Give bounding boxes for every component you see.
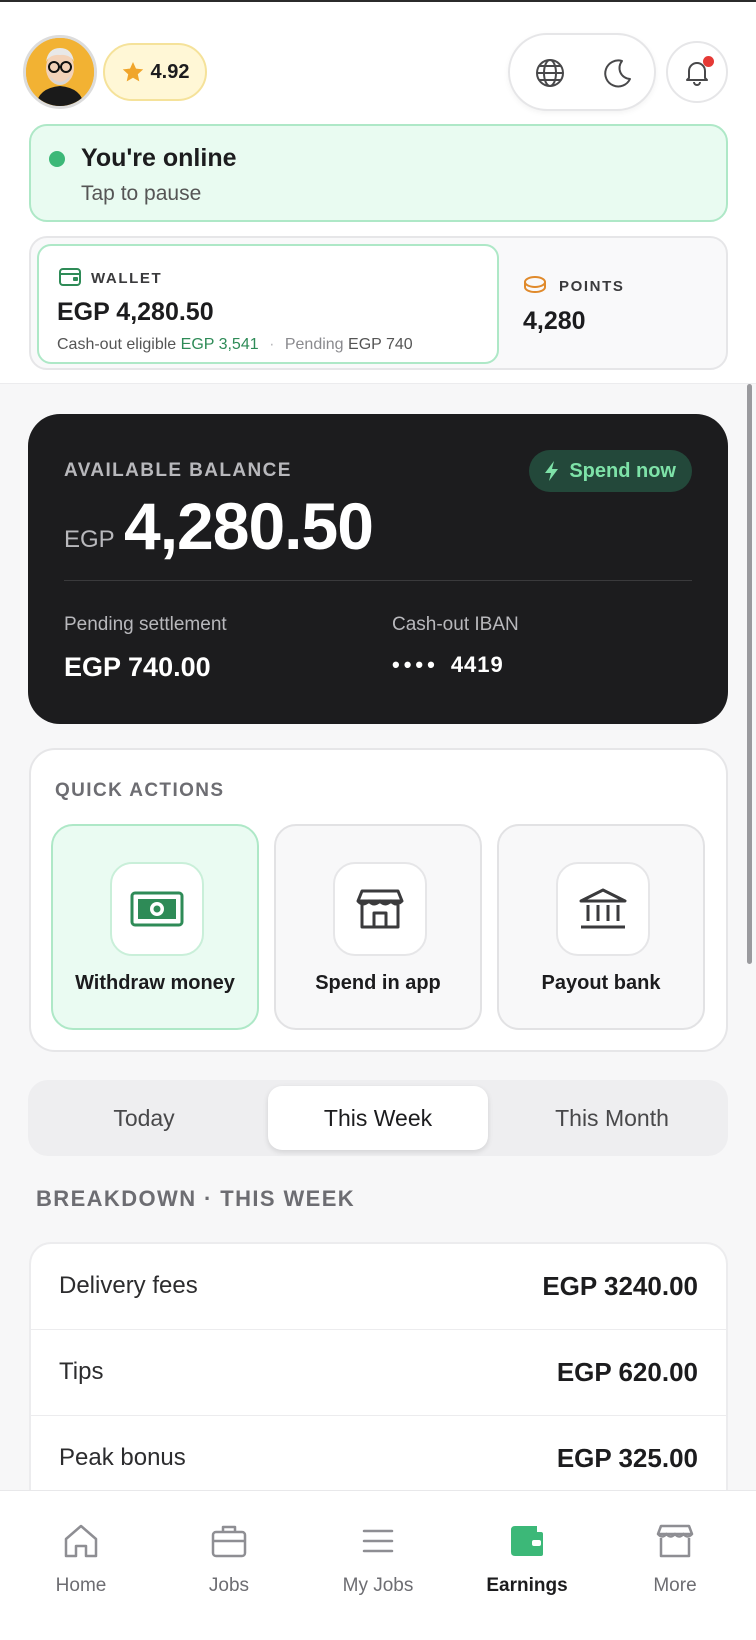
- coin-icon: [524, 276, 546, 294]
- settings-pill: [508, 33, 656, 111]
- avatar[interactable]: [23, 35, 97, 109]
- points-block[interactable]: POINTS 4,280: [523, 276, 624, 336]
- balance-caption: AVAILABLE BALANCE: [64, 460, 292, 481]
- iban-value: •••• 4419: [392, 652, 504, 678]
- pending-label: Pending: [284, 336, 344, 353]
- language-button[interactable]: [532, 55, 568, 91]
- eligible-label: Cash-out eligible: [57, 336, 177, 353]
- breakdown-value: EGP 620.00: [556, 1357, 698, 1387]
- balance-currency: EGP: [64, 526, 115, 553]
- notifications-button[interactable]: [666, 41, 728, 103]
- nav-home[interactable]: Home: [21, 1519, 141, 1597]
- globe-icon: [536, 59, 564, 87]
- withdraw-money-button[interactable]: Withdraw money: [51, 824, 259, 1030]
- nav-my-jobs-label: My Jobs: [342, 1575, 414, 1596]
- wallet-icon: [59, 268, 81, 291]
- breakdown-caption: BREAKDOWN · THIS WEEK: [36, 1186, 356, 1211]
- wallet-label: WALLET: [91, 270, 163, 287]
- breakdown-label: Tips: [59, 1358, 104, 1385]
- payout-bank-button[interactable]: Payout bank: [497, 824, 705, 1030]
- payout-label: Payout bank: [541, 972, 661, 994]
- list-icon: [362, 1529, 394, 1553]
- nav-my-jobs[interactable]: My Jobs: [318, 1519, 438, 1597]
- nav-earnings[interactable]: Earnings: [467, 1519, 587, 1597]
- balance-amount: 4,280.50: [124, 489, 374, 563]
- spend-in-app-button[interactable]: Spend in app: [274, 824, 482, 1030]
- iban-mask: ••••: [392, 652, 439, 677]
- rating-value: 4.92: [150, 60, 190, 83]
- wallet-icon: [511, 1526, 543, 1556]
- period-this-month-tab[interactable]: This Month: [502, 1086, 722, 1150]
- status-title: You're online: [81, 144, 237, 172]
- bank-icon-box: [556, 862, 650, 956]
- home-icon: [64, 1524, 98, 1558]
- balance-card: AVAILABLE BALANCE Spend now EGP 4,280.50…: [28, 414, 728, 724]
- balance-divider: [64, 580, 692, 581]
- withdraw-label: Withdraw money: [75, 972, 235, 994]
- breakdown-list: Delivery fees EGP 3240.00 Tips EGP 620.0…: [29, 1242, 728, 1522]
- breakdown-label: Peak bonus: [59, 1444, 186, 1471]
- eligible-value: EGP 3,541: [180, 336, 259, 353]
- withdraw-icon-box: [110, 862, 204, 956]
- quick-actions-panel: QUICK ACTIONS Withdraw money Spend in ap…: [29, 748, 728, 1052]
- spend-icon-box: [333, 862, 427, 956]
- bank-icon: [579, 888, 627, 929]
- scrollbar[interactable]: [747, 384, 752, 964]
- period-selector: Today This Week This Month: [28, 1080, 728, 1156]
- nav-more[interactable]: More: [615, 1519, 735, 1597]
- spend-label: Spend in app: [315, 972, 441, 994]
- iban-last4: 4419: [450, 652, 504, 677]
- nav-earnings-label: Earnings: [486, 1575, 568, 1596]
- list-item[interactable]: Tips EGP 620.00: [31, 1330, 726, 1416]
- avatar-illustration: [26, 38, 94, 106]
- wallet-amount: EGP 4,280.50: [57, 298, 214, 326]
- briefcase-icon: [211, 1525, 247, 1558]
- bottom-nav: Home Jobs My Jobs Earnings More: [0, 1490, 756, 1640]
- moon-icon: [604, 59, 631, 88]
- nav-more-label: More: [653, 1575, 697, 1596]
- dark-mode-button[interactable]: [600, 55, 636, 91]
- meta-separator: ·: [269, 336, 275, 353]
- wallet-summary: WALLET EGP 4,280.50 Cash-out eligible EG…: [29, 236, 728, 370]
- breakdown-label: Delivery fees: [59, 1272, 198, 1299]
- nav-home-label: Home: [55, 1575, 107, 1596]
- lightning-icon: [545, 461, 559, 481]
- star-icon: [122, 62, 143, 82]
- rating-badge[interactable]: 4.92: [103, 43, 207, 101]
- pending-settlement-label: Pending settlement: [64, 614, 227, 635]
- cash-icon: [130, 891, 184, 927]
- period-today-tab[interactable]: Today: [34, 1086, 254, 1150]
- list-item[interactable]: Delivery fees EGP 3240.00: [31, 1244, 726, 1330]
- period-this-week-tab[interactable]: This Week: [268, 1086, 488, 1150]
- iban-label: Cash-out IBAN: [392, 614, 519, 635]
- breakdown-value: EGP 325.00: [556, 1443, 698, 1473]
- breakdown-value: EGP 3240.00: [542, 1271, 698, 1301]
- notification-dot: [703, 56, 714, 67]
- header-zone: 4.92 You're online Tap to pause WALLET E…: [0, 2, 756, 384]
- wallet-card[interactable]: WALLET EGP 4,280.50 Cash-out eligible EG…: [37, 244, 499, 364]
- online-indicator: [49, 151, 65, 167]
- nav-jobs[interactable]: Jobs: [169, 1519, 289, 1597]
- quick-actions-caption: QUICK ACTIONS: [55, 780, 225, 801]
- store-icon: [356, 889, 404, 929]
- wallet-meta: Cash-out eligible EGP 3,541 · Pending EG…: [57, 336, 413, 354]
- points-value: 4,280: [523, 307, 586, 335]
- pending-settlement-value: EGP 740.00: [64, 652, 211, 682]
- online-status-banner[interactable]: You're online Tap to pause: [29, 124, 728, 222]
- spend-now-button[interactable]: Spend now: [529, 450, 692, 492]
- spend-now-label: Spend now: [569, 459, 676, 482]
- store-icon: [656, 1524, 694, 1558]
- status-subtitle: Tap to pause: [81, 182, 202, 205]
- nav-jobs-label: Jobs: [208, 1575, 250, 1596]
- points-label: POINTS: [523, 276, 624, 295]
- pending-value: EGP 740: [348, 336, 413, 353]
